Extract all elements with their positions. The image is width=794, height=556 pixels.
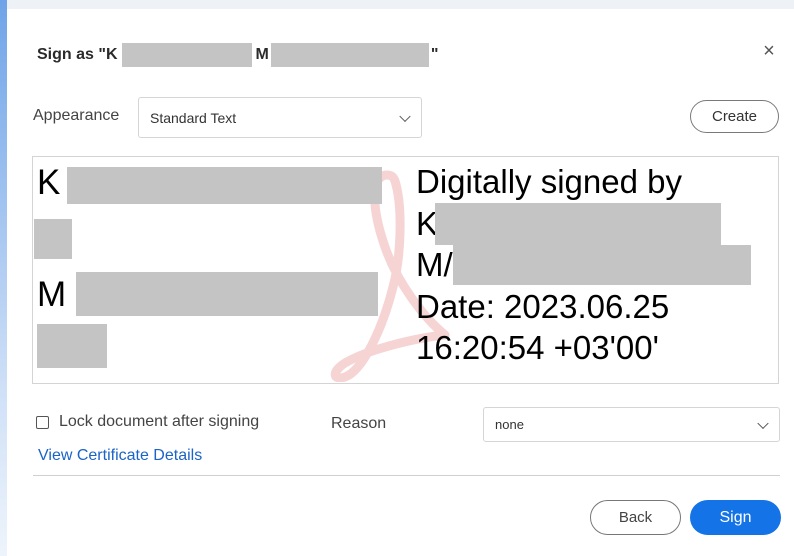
appearance-select[interactable]: Standard Text bbox=[138, 97, 422, 138]
window-top-strip bbox=[0, 0, 794, 9]
name-first-initial: K bbox=[37, 163, 61, 202]
signature-name-block: K bbox=[37, 163, 60, 203]
lock-document-row[interactable]: Lock document after signing bbox=[36, 413, 259, 431]
redacted-first-name bbox=[121, 43, 252, 67]
appearance-label: Appearance bbox=[33, 107, 120, 124]
redacted-name-line2 bbox=[34, 219, 72, 259]
chevron-down-icon bbox=[757, 417, 769, 429]
redacted-signer-line1 bbox=[435, 203, 721, 245]
title-suffix: " bbox=[430, 46, 439, 64]
chevron-down-icon bbox=[399, 110, 411, 122]
signer-last-initial: M/ bbox=[416, 246, 453, 283]
view-certificate-link[interactable]: View Certificate Details bbox=[38, 447, 202, 465]
appearance-selected-value: Standard Text bbox=[150, 109, 237, 126]
signature-date: Date: 2023.06.25 bbox=[416, 287, 670, 325]
title-prefix: Sign as "K bbox=[37, 46, 118, 64]
window-left-edge bbox=[0, 0, 7, 556]
reason-select[interactable]: none bbox=[483, 407, 780, 442]
signature-last-name-block: M bbox=[37, 275, 66, 315]
signature-preview: K M Digitally signed by K M/ Date: 2023.… bbox=[32, 156, 779, 384]
checkbox-icon[interactable] bbox=[36, 415, 49, 429]
redacted-name-line4 bbox=[37, 324, 107, 368]
back-button[interactable]: Back bbox=[590, 500, 681, 535]
redacted-name-line3 bbox=[76, 272, 378, 316]
sign-dialog: Sign as "K M " × Appearance Standard Text … bbox=[7, 9, 794, 556]
lock-document-label: Lock document after signing bbox=[59, 413, 260, 430]
name-last-initial: M bbox=[37, 275, 67, 314]
sign-button[interactable]: Sign bbox=[690, 500, 781, 535]
footer-divider bbox=[33, 475, 780, 476]
redacted-last-name bbox=[270, 43, 429, 67]
signed-by-line: Digitally signed by bbox=[416, 163, 682, 200]
reason-selected-value: none bbox=[495, 417, 524, 432]
close-icon[interactable]: × bbox=[759, 40, 779, 62]
title-middle: M bbox=[255, 46, 269, 64]
reason-label: Reason bbox=[331, 415, 387, 432]
create-button[interactable]: Create bbox=[690, 100, 779, 133]
redacted-signer-line2 bbox=[453, 245, 751, 285]
redacted-name-line1 bbox=[67, 167, 382, 204]
dialog-title: Sign as "K M " bbox=[37, 43, 438, 67]
signature-time: 16:20:54 +03'00' bbox=[416, 329, 659, 366]
